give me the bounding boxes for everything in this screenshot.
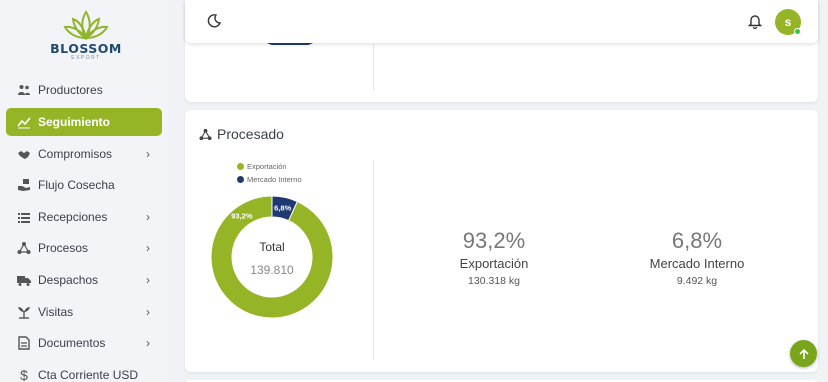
sidebar-item-label: Despachos — [38, 273, 99, 287]
sidebar-item-label: Seguimiento — [38, 115, 111, 129]
donut-center-value: 139.810 — [250, 263, 294, 277]
sidebar: BLOSSOM EXPORT Productores Seguimiento C… — [0, 0, 168, 382]
top-bar: s — [185, 0, 818, 43]
sidebar-item-seguimiento[interactable]: Seguimiento — [6, 108, 162, 136]
scroll-to-top-button[interactable] — [790, 340, 817, 367]
chart-line-icon — [17, 115, 31, 129]
bell-icon[interactable] — [747, 13, 763, 34]
sidebar-item-despachos[interactable]: Despachos › — [6, 266, 162, 294]
chevron-right-icon: › — [146, 147, 150, 161]
donut-data-label: 93,2% — [231, 211, 253, 220]
brand-name: BLOSSOM — [50, 41, 122, 56]
legend-swatch — [237, 163, 244, 170]
stat-exportacion: 93,2% Exportación 130.318 kg — [404, 228, 584, 288]
sidebar-item-label: Visitas — [38, 305, 74, 319]
chevron-right-icon: › — [146, 336, 150, 350]
stat-percentage: 6,8% — [671, 228, 723, 253]
sidebar-item-documentos[interactable]: Documentos › — [6, 329, 162, 357]
handshake-icon — [17, 147, 31, 161]
sidebar-item-label: Productores — [38, 83, 103, 97]
stat-percentage: 93,2% — [462, 228, 526, 253]
legend-item-exportacion[interactable]: Exportación — [237, 162, 287, 171]
chevron-right-icon: › — [146, 305, 150, 319]
sidebar-item-procesos[interactable]: Procesos › — [6, 234, 162, 262]
procesado-card: Procesado Exportación Mercado Interno To… — [185, 110, 818, 372]
donut-center-label: Total — [259, 240, 284, 254]
sidebar-item-label: Documentos — [38, 336, 106, 350]
stat-weight: 9.492 kg — [676, 275, 718, 287]
sidebar-item-recepciones[interactable]: Recepciones › — [6, 203, 162, 231]
brand-logo[interactable]: BLOSSOM EXPORT — [48, 8, 124, 70]
stat-label: Mercado Interno — [649, 256, 745, 271]
list-icon — [17, 210, 31, 224]
stat-weight: 130.318 kg — [468, 275, 520, 287]
sidebar-item-visitas[interactable]: Visitas › — [6, 298, 162, 326]
sidebar-item-productores[interactable]: Productores — [6, 76, 162, 104]
network-icon — [17, 241, 31, 255]
legend-label: Exportación — [247, 162, 287, 171]
card-header: Procesado — [199, 126, 284, 142]
legend-item-mercado-interno[interactable]: Mercado Interno — [237, 175, 302, 184]
procesado-donut-chart: Total 139.810 93,2% 6,8% — [210, 195, 334, 319]
hand-box-icon — [17, 178, 31, 192]
divider — [373, 160, 374, 360]
lotus-logo-icon — [63, 10, 109, 40]
legend-swatch — [237, 176, 244, 183]
stat-label: Exportación — [459, 256, 529, 271]
plant-icon — [17, 305, 31, 319]
stat-mercado-interno: 6,8% Mercado Interno 9.492 kg — [607, 228, 787, 288]
chevron-right-icon: › — [146, 210, 150, 224]
online-status-indicator — [794, 28, 801, 35]
truck-icon — [17, 273, 31, 287]
network-icon — [199, 128, 212, 141]
donut-data-label: 6,8% — [274, 204, 291, 213]
document-icon — [17, 336, 31, 350]
sidebar-item-label: Recepciones — [38, 210, 108, 224]
legend-label: Mercado Interno — [247, 175, 302, 184]
chevron-right-icon: › — [146, 241, 150, 255]
sidebar-item-flujo-cosecha[interactable]: Flujo Cosecha — [6, 171, 162, 199]
donut-hole — [232, 217, 312, 297]
sidebar-item-label: Compromisos — [38, 147, 113, 161]
arrow-up-icon — [798, 348, 809, 359]
people-icon — [17, 83, 31, 97]
divider — [373, 44, 374, 90]
card-title: Procesado — [217, 126, 284, 142]
sidebar-item-cta-corriente-usd[interactable]: $ Cta Corriente USD — [6, 361, 162, 382]
sidebar-item-label: Procesos — [38, 241, 89, 255]
sidebar-item-compromisos[interactable]: Compromisos › — [6, 140, 162, 168]
sidebar-item-label: Flujo Cosecha — [38, 178, 115, 192]
chevron-right-icon: › — [146, 273, 150, 287]
dollar-icon: $ — [20, 367, 28, 382]
dark-mode-toggle-icon[interactable] — [207, 14, 222, 33]
sidebar-item-label: Cta Corriente USD — [38, 368, 139, 382]
